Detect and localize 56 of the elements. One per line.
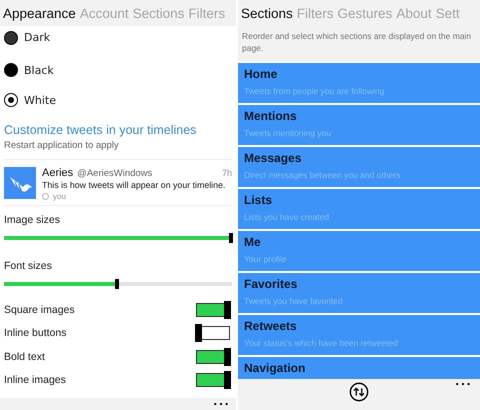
radio-button[interactable] (4, 63, 18, 77)
section-item[interactable]: Mentions Tweets mentioning you (238, 104, 480, 145)
toggle-switch[interactable] (196, 302, 230, 317)
radio-button[interactable] (4, 93, 18, 107)
section-item[interactable]: Favorites Tweets you have favorited (238, 272, 480, 313)
tab[interactable]: Sections (241, 6, 293, 20)
tweet-source: you (53, 192, 66, 201)
slider-label: Font sizes (4, 260, 53, 272)
section-subtitle: Tweets mentioning you (244, 128, 332, 138)
slider[interactable] (4, 282, 232, 286)
section-title: Me (244, 234, 262, 249)
tweet-handle: @AeriesWindows (77, 168, 152, 179)
section-item[interactable]: Lists Lists you have created (238, 188, 480, 229)
section-note: Restart application to apply (4, 140, 120, 151)
toggle-label: Square images (4, 304, 75, 316)
section-subtitle: Lists you have created (244, 212, 330, 222)
radio-label: Black (24, 64, 54, 76)
toggle-switch[interactable] (196, 350, 230, 364)
reorder-icon[interactable] (349, 382, 369, 402)
slider[interactable] (4, 236, 232, 240)
section-title: Customize tweets in your timelines (4, 123, 198, 137)
toggle-switch[interactable] (196, 326, 230, 340)
section-item[interactable]: Home Tweets from people you are following (238, 62, 480, 103)
section-title: Messages (244, 150, 302, 165)
section-item[interactable]: Retweets Your status's which have been retweeted (238, 314, 480, 355)
section-item[interactable]: Messages Direct messages between you and others (238, 146, 480, 187)
more-button[interactable]: ••• (212, 400, 230, 408)
section-item[interactable]: Me Your profile (238, 230, 480, 271)
section-subtitle: Your profile (244, 254, 288, 264)
section-title: Navigation (244, 360, 306, 375)
radio-label: Dark (24, 31, 50, 44)
section-subtitle: Your status's which have been retweeted (244, 338, 399, 348)
toggle-label: Inline images (4, 374, 66, 386)
toggle-label: Bold text (4, 350, 45, 363)
tab[interactable]: Appearance (3, 6, 76, 20)
description: Reorder and select which sections are displayed on the main page. (242, 30, 472, 55)
section-item[interactable]: Navigation (238, 356, 480, 379)
section-subtitle: Tweets from people you are following (244, 86, 386, 96)
section-title: Retweets (244, 318, 298, 333)
tweet-text: This is how tweets will appear on your timeline. (42, 180, 226, 190)
source-icon (42, 193, 49, 200)
more-button[interactable]: ••• (454, 380, 472, 389)
bird-logo-icon (4, 167, 36, 199)
toggle-switch[interactable] (196, 373, 230, 388)
section-title: Mentions (244, 108, 298, 123)
section-title: Favorites (244, 276, 298, 291)
tweet-author: Aeries (42, 167, 74, 179)
radio-label: White (24, 94, 56, 106)
tweet-time: 7h (222, 168, 232, 178)
section-subtitle: Tweets you have favorited (244, 296, 344, 306)
toggle-label: Inline buttons (4, 327, 66, 340)
section-subtitle: Direct messages between you and others (244, 170, 402, 180)
section-title: Home (244, 66, 278, 81)
radio-button[interactable] (4, 31, 18, 45)
section-title: Lists (244, 192, 274, 207)
slider-label: Image sizes (4, 214, 62, 226)
